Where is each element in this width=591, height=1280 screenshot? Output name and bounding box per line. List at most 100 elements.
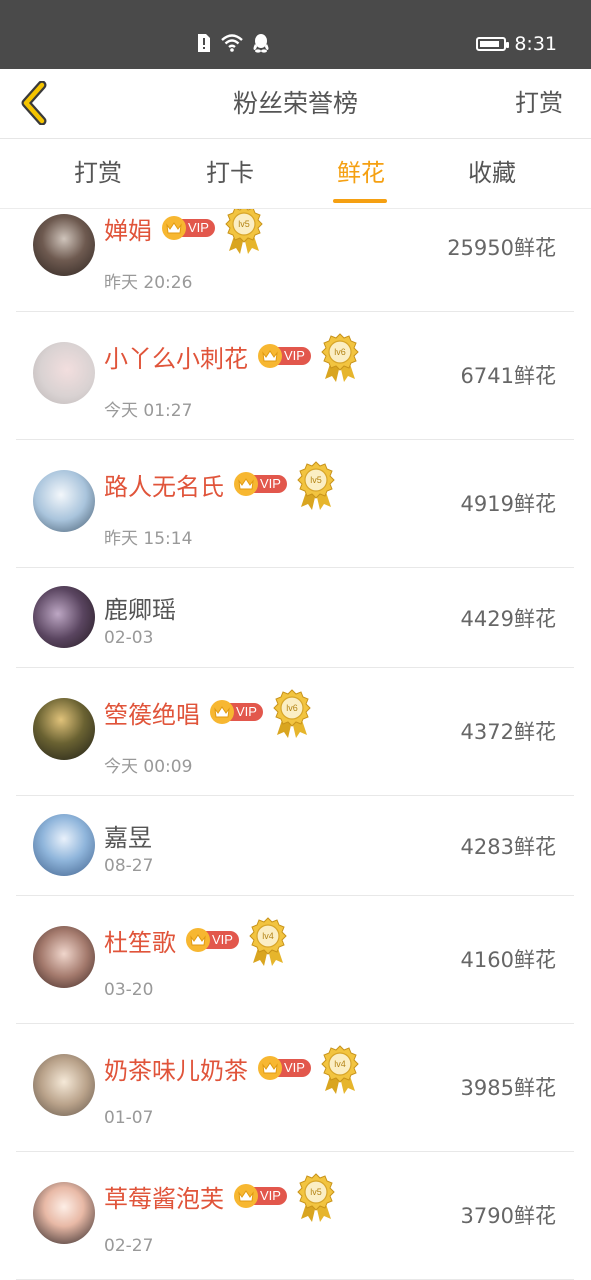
crown-icon [234,472,258,496]
avatar[interactable] [33,342,95,404]
fan-row[interactable]: 婵娟 VIP lv5 昨天 20:26 25950鲜花 [16,209,574,312]
fan-row[interactable]: 路人无名氏 VIP lv5 昨天 15:14 4919鲜花 [16,440,574,568]
fan-name-line: 草莓酱泡芙 VIP lv5 [104,1173,335,1222]
alert-sim-icon [198,34,210,52]
fan-time: 02-03 [104,628,154,648]
fan-name-line: 路人无名氏 VIP lv5 [104,461,335,510]
tab-reward[interactable]: 打赏 [43,139,153,208]
fan-name: 婵娟 [104,216,152,245]
vip-badge: VIP [258,1056,311,1080]
level-medal-icon: lv5 [297,461,335,511]
flower-count: 6741鲜花 [460,364,556,388]
fan-time: 今天 00:09 [104,757,193,777]
tab-favorites[interactable]: 收藏 [437,139,547,208]
avatar[interactable] [33,926,95,988]
crown-icon [186,928,210,952]
vip-badge: VIP [234,472,287,496]
flower-count: 3985鲜花 [460,1076,556,1100]
avatar[interactable] [33,586,95,648]
tab-label: 打赏 [74,159,122,187]
avatar[interactable] [33,1054,95,1116]
status-time: 8:31 [514,33,557,55]
fan-ranking-list[interactable]: 婵娟 VIP lv5 昨天 20:26 25950鲜花小丫么小刺花 VIP lv6 今天 01… [16,209,574,1280]
tab-flowers[interactable]: 鲜花 [306,139,416,208]
fan-name: 嘉昱 [104,823,152,852]
fan-row[interactable]: 鹿卿瑶 02-03 4429鲜花 [16,568,574,668]
avatar[interactable] [33,698,95,760]
crown-icon [258,344,282,368]
status-icons [196,32,270,54]
flower-count: 25950鲜花 [447,236,556,260]
fan-name-line: 奶茶味儿奶茶 VIP lv4 [104,1045,359,1094]
flower-count: 4919鲜花 [460,492,556,516]
fan-row[interactable]: 箜篌绝唱 VIP lv6 今天 00:09 4372鲜花 [16,668,574,796]
fan-name-line: 箜篌绝唱 VIP lv6 [104,689,311,738]
level-medal-icon: lv6 [321,333,359,383]
tab-label: 收藏 [468,159,516,187]
vip-badge: VIP [258,344,311,368]
fan-name: 鹿卿瑶 [104,595,176,624]
nav-bar: 粉丝荣誉榜 打赏 [0,69,591,139]
flower-count: 4160鲜花 [460,948,556,972]
tab-bar: 打赏 打卡 鲜花 收藏 [0,139,591,209]
level-medal-icon: lv4 [321,1045,359,1095]
vip-badge: VIP [234,1184,287,1208]
fan-name-line: 小丫么小刺花 VIP lv6 [104,333,359,382]
level-text: lv5 [310,1187,322,1197]
fan-time: 今天 01:27 [104,401,193,421]
battery-icon [476,37,510,51]
qq-penguin-icon [253,34,269,53]
fan-time: 昨天 15:14 [104,529,193,549]
level-text: lv4 [262,931,274,941]
level-text: lv4 [334,1059,346,1069]
level-text: lv6 [286,703,298,713]
status-bar: 8:31 [0,0,591,69]
wifi-icon [221,34,243,52]
status-right: 8:31 [476,32,557,56]
fan-time: 01-07 [104,1108,154,1128]
fan-time: 昨天 20:26 [104,273,193,293]
fan-time: 03-20 [104,980,154,1000]
level-medal-icon: lv4 [249,917,287,967]
flower-count: 4429鲜花 [460,607,556,631]
avatar[interactable] [33,214,95,276]
fan-name: 杜笙歌 [104,928,176,957]
avatar[interactable] [33,814,95,876]
tab-label: 鲜花 [337,159,385,187]
fan-time: 02-27 [104,1236,154,1256]
avatar[interactable] [33,470,95,532]
level-text: lv6 [334,347,346,357]
level-text: lv5 [310,475,322,485]
fan-name: 奶茶味儿奶茶 [104,1056,248,1085]
level-medal-icon: lv5 [297,1173,335,1223]
flower-count: 4372鲜花 [460,720,556,744]
fan-name: 小丫么小刺花 [104,344,248,373]
level-medal-icon: lv6 [273,689,311,739]
page-title: 粉丝荣誉榜 [232,89,358,118]
fan-name-line: 婵娟 VIP lv5 [104,209,263,254]
avatar[interactable] [33,1182,95,1244]
vip-badge: VIP [210,700,263,724]
fan-row[interactable]: 嘉昱 08-27 4283鲜花 [16,796,574,896]
fan-name: 箜篌绝唱 [104,700,200,729]
reward-button[interactable]: 打赏 [515,69,563,138]
fan-row[interactable]: 奶茶味儿奶茶 VIP lv4 01-07 3985鲜花 [16,1024,574,1152]
crown-icon [162,216,186,240]
flower-count: 4283鲜花 [460,835,556,859]
fan-name-line: 鹿卿瑶 [104,587,176,627]
fan-row[interactable]: 小丫么小刺花 VIP lv6 今天 01:27 6741鲜花 [16,312,574,440]
level-medal-icon: lv5 [225,209,263,255]
tab-active-indicator [333,199,387,203]
level-text: lv5 [238,219,250,229]
crown-icon [234,1184,258,1208]
fan-row[interactable]: 草莓酱泡芙 VIP lv5 02-27 3790鲜花 [16,1152,574,1280]
vip-badge: VIP [186,928,239,952]
fan-name-line: 杜笙歌 VIP lv4 [104,917,287,966]
tab-label: 打卡 [206,159,254,187]
fan-name: 草莓酱泡芙 [104,1184,224,1213]
tab-checkin[interactable]: 打卡 [175,139,285,208]
fan-row[interactable]: 杜笙歌 VIP lv4 03-20 4160鲜花 [16,896,574,1024]
vip-badge: VIP [162,216,215,240]
crown-icon [210,700,234,724]
crown-icon [258,1056,282,1080]
